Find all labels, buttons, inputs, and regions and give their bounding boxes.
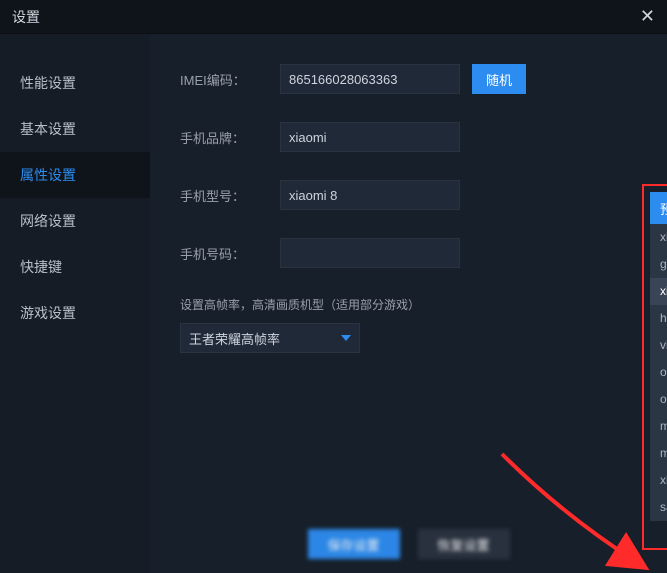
row-imei: IMEI编码： 随机 xyxy=(180,64,647,94)
preset-model-list: xiaomi 6google Pixel 2xiaomi 8huawei Hon… xyxy=(650,224,667,521)
preset-option[interactable]: huawei Honor V9 xyxy=(650,305,667,332)
preset-option[interactable]: xiaomi mix xyxy=(650,467,667,494)
preset-option[interactable]: oppo R11 Plus xyxy=(650,359,667,386)
frame-select[interactable]: 王者荣耀高帧率 xyxy=(180,323,360,353)
save-button[interactable]: 保存设置 xyxy=(308,529,400,559)
preset-option[interactable]: meizu PRO 6 Plus xyxy=(650,440,667,467)
preset-option[interactable]: xiaomi 6 xyxy=(650,224,667,251)
frame-select-value: 王者荣耀高帧率 xyxy=(189,329,280,348)
sidebar-item-game[interactable]: 游戏设置 xyxy=(0,290,150,336)
close-icon[interactable]: ✕ xyxy=(640,6,655,27)
preset-model-dropdown: 预设机型 xiaomi 6google Pixel 2xiaomi 8huawe… xyxy=(650,192,667,521)
footer-buttons: 保存设置 恢复设置 xyxy=(150,529,667,559)
preset-option[interactable]: oppo R17 Pro xyxy=(650,386,667,413)
preset-option[interactable]: vivo X9 Plus xyxy=(650,332,667,359)
sidebar-item-performance[interactable]: 性能设置 xyxy=(0,60,150,106)
brand-label: 手机品牌： xyxy=(180,128,280,147)
settings-window: 设置 ✕ 性能设置 基本设置 属性设置 网络设置 快捷键 游戏设置 IMEI编码… xyxy=(0,0,667,573)
preset-option[interactable]: meizu PRO 7 Plus xyxy=(650,413,667,440)
phone-label: 手机号码： xyxy=(180,244,280,263)
preset-option[interactable]: xiaomi 8 xyxy=(650,278,667,305)
window-title: 设置 xyxy=(12,7,40,27)
sidebar-item-shortcut[interactable]: 快捷键 xyxy=(0,244,150,290)
sidebar-item-property[interactable]: 属性设置 xyxy=(0,152,150,198)
row-model: 手机型号： xyxy=(180,180,647,210)
chevron-down-icon xyxy=(341,335,351,341)
row-phone: 手机号码： xyxy=(180,238,647,268)
imei-input[interactable] xyxy=(280,64,460,94)
titlebar: 设置 ✕ xyxy=(0,0,667,34)
phone-input[interactable] xyxy=(280,238,460,268)
sidebar-item-network[interactable]: 网络设置 xyxy=(0,198,150,244)
main-panel: IMEI编码： 随机 手机品牌： 手机型号： 手机号码： 设置高帧率，高清画质机… xyxy=(150,34,667,573)
model-input[interactable] xyxy=(280,180,460,210)
frame-note: 设置高帧率，高清画质机型（适用部分游戏） xyxy=(180,296,647,313)
preset-option[interactable]: samsung Galaxy S6 Ed xyxy=(650,494,667,521)
sidebar: 性能设置 基本设置 属性设置 网络设置 快捷键 游戏设置 xyxy=(0,34,150,573)
model-label: 手机型号： xyxy=(180,186,280,205)
random-button[interactable]: 随机 xyxy=(472,64,526,94)
preset-model-head[interactable]: 预设机型 xyxy=(650,192,667,224)
imei-label: IMEI编码： xyxy=(180,70,280,89)
preset-model-head-label: 预设机型 xyxy=(660,199,667,218)
sidebar-item-basic[interactable]: 基本设置 xyxy=(0,106,150,152)
row-brand: 手机品牌： xyxy=(180,122,647,152)
brand-input[interactable] xyxy=(280,122,460,152)
preset-option[interactable]: google Pixel 2 xyxy=(650,251,667,278)
restore-button[interactable]: 恢复设置 xyxy=(418,529,510,559)
